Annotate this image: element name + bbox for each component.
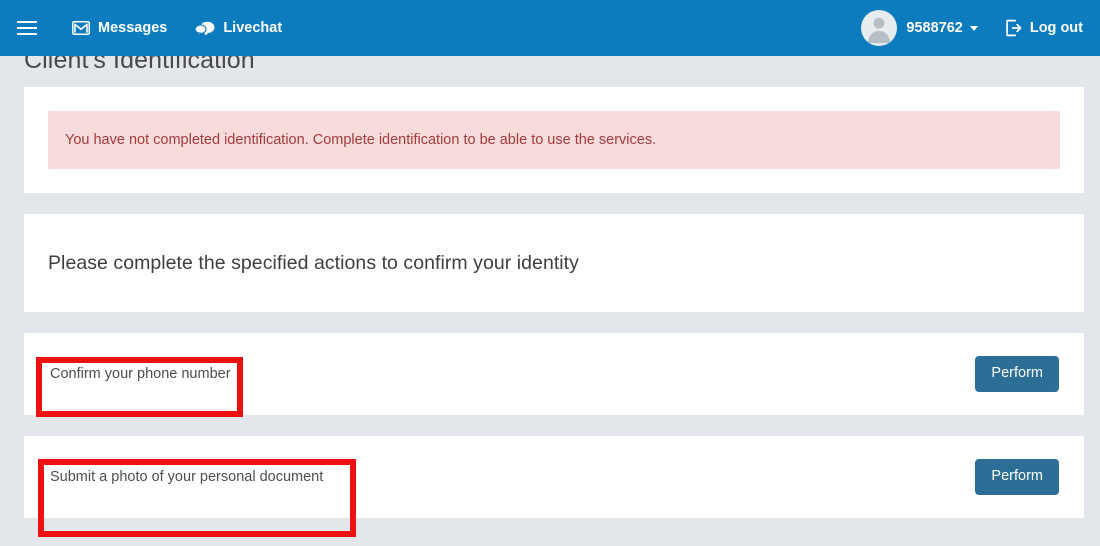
avatar bbox=[861, 10, 898, 46]
nav-link-messages[interactable]: Messages bbox=[58, 0, 181, 56]
envelope-icon bbox=[72, 21, 90, 35]
navbar-left-group: Messages Livechat bbox=[0, 0, 296, 56]
hamburger-line bbox=[17, 33, 37, 35]
hamburger-menu-icon[interactable] bbox=[8, 0, 46, 56]
page-content: Client's Identification You have not com… bbox=[0, 0, 1100, 539]
instruction-heading: Please complete the specified actions to… bbox=[48, 252, 579, 274]
perform-button-phone[interactable]: Perform bbox=[975, 356, 1059, 392]
logout-link[interactable]: Log out bbox=[990, 0, 1083, 56]
action-label-document: Submit a photo of your personal document bbox=[50, 469, 324, 485]
logout-icon bbox=[1004, 19, 1022, 37]
top-navbar: Messages Livechat 9588762 Log out bbox=[0, 0, 1100, 56]
main-content: You have not completed identification. C… bbox=[0, 87, 1100, 518]
perform-button-document[interactable]: Perform bbox=[975, 459, 1059, 495]
user-id-label: 9588762 bbox=[906, 20, 963, 36]
hamburger-line bbox=[17, 21, 37, 23]
action-row-phone: Confirm your phone number Perform bbox=[24, 333, 1084, 415]
action-label-phone: Confirm your phone number bbox=[50, 366, 231, 382]
nav-link-livechat[interactable]: Livechat bbox=[181, 0, 296, 56]
instruction-card: Please complete the specified actions to… bbox=[24, 214, 1084, 312]
user-account-menu[interactable]: 9588762 bbox=[847, 0, 989, 56]
nav-link-livechat-label: Livechat bbox=[223, 20, 283, 36]
action-row-document: Submit a photo of your personal document… bbox=[24, 436, 1084, 518]
chevron-down-icon bbox=[969, 25, 978, 31]
nav-link-messages-label: Messages bbox=[98, 20, 168, 36]
alert-card: You have not completed identification. C… bbox=[24, 87, 1084, 193]
identification-warning-alert: You have not completed identification. C… bbox=[48, 111, 1060, 169]
chat-bubbles-icon bbox=[195, 21, 215, 36]
logout-label: Log out bbox=[1029, 20, 1083, 36]
navbar-right-group: 9588762 Log out bbox=[847, 0, 1100, 56]
hamburger-line bbox=[17, 27, 37, 29]
